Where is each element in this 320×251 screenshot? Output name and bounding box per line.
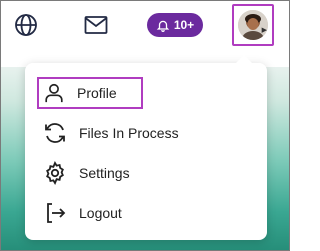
- menu-item-settings[interactable]: Settings: [37, 157, 257, 189]
- menu-item-label: Profile: [77, 85, 117, 101]
- gear-icon: [46, 161, 64, 185]
- menu-caret: [235, 55, 253, 64]
- globe-icon: [15, 14, 37, 36]
- notification-count: 10+: [173, 18, 195, 32]
- notifications-button[interactable]: 10+: [147, 13, 203, 37]
- logout-icon: [47, 203, 66, 223]
- screenshot-frame: 10+ ▶ Profile Files In Process Settings …: [0, 0, 290, 251]
- menu-item-logout[interactable]: Logout: [37, 197, 257, 229]
- user-icon: [45, 83, 63, 103]
- top-bar: 10+ ▶: [1, 1, 289, 51]
- menu-item-label: Files In Process: [79, 125, 179, 141]
- menu-item-label: Settings: [79, 165, 130, 181]
- menu-item-files-in-process[interactable]: Files In Process: [37, 117, 257, 149]
- menu-item-label: Logout: [79, 205, 122, 221]
- language-button[interactable]: [11, 10, 41, 40]
- sync-icon: [45, 123, 65, 143]
- messages-button[interactable]: [81, 10, 111, 40]
- menu-item-profile[interactable]: Profile: [37, 77, 143, 109]
- user-menu-button[interactable]: ▶: [232, 4, 274, 46]
- avatar: [238, 10, 268, 40]
- mail-icon: [84, 16, 108, 34]
- user-dropdown-menu: Profile Files In Process Settings Logout: [25, 55, 267, 240]
- bell-icon: [156, 20, 170, 32]
- caret-right-icon: ▶: [261, 27, 267, 34]
